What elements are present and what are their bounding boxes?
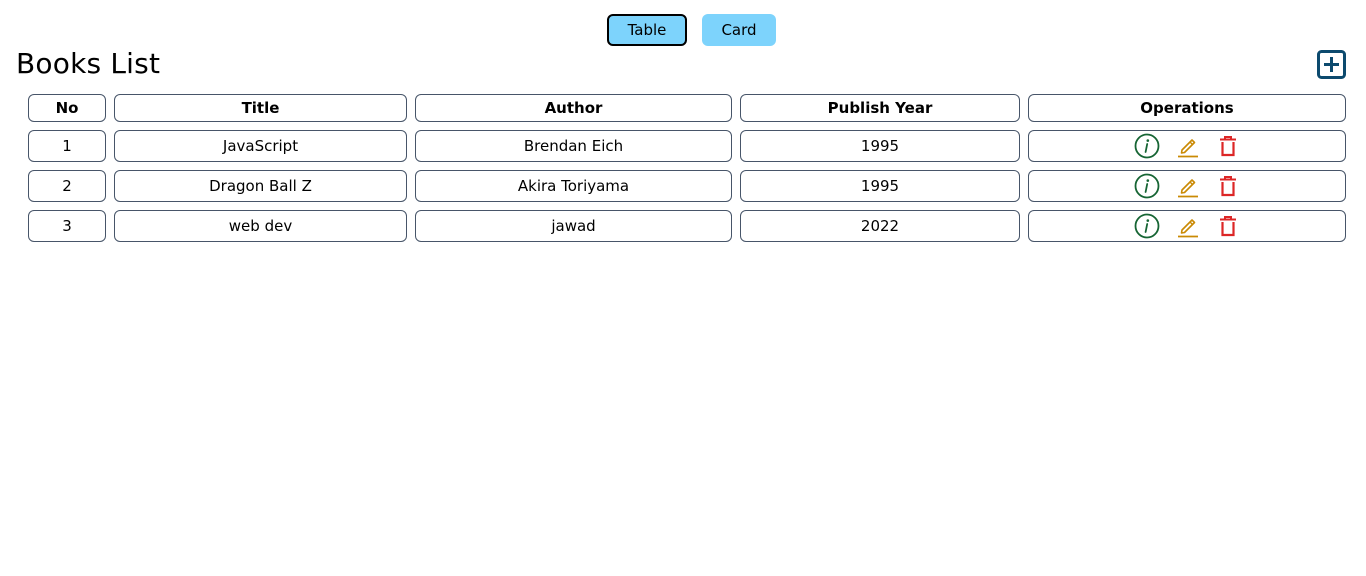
cell-no: 3: [28, 210, 106, 242]
table-row: 1 JavaScript Brendan Eich 1995: [28, 130, 1346, 162]
trash-icon[interactable]: [1216, 134, 1240, 158]
page-title: Books List: [16, 47, 161, 80]
add-book-button[interactable]: [1317, 50, 1346, 79]
header-operations: Operations: [1028, 94, 1346, 122]
cell-author: Akira Toriyama: [415, 170, 732, 202]
info-circle-icon[interactable]: [1134, 133, 1160, 159]
header-no: No: [28, 94, 106, 122]
pencil-icon[interactable]: [1176, 134, 1200, 158]
cell-title: JavaScript: [114, 130, 407, 162]
view-toggle: Table Card: [0, 14, 1366, 46]
cell-operations: [1028, 210, 1346, 242]
table-header-row: No Title Author Publish Year Operations: [28, 94, 1346, 122]
cell-no: 1: [28, 130, 106, 162]
cell-title: Dragon Ball Z: [114, 170, 407, 202]
cell-operations: [1028, 130, 1346, 162]
table-row: 2 Dragon Ball Z Akira Toriyama 1995: [28, 170, 1346, 202]
table-row: 3 web dev jawad 2022: [28, 210, 1346, 242]
table-view-button[interactable]: Table: [607, 14, 687, 46]
cell-author: Brendan Eich: [415, 130, 732, 162]
cell-publish-year: 1995: [740, 130, 1020, 162]
cell-author: jawad: [415, 210, 732, 242]
header-author: Author: [415, 94, 732, 122]
cell-operations: [1028, 170, 1346, 202]
trash-icon[interactable]: [1216, 214, 1240, 238]
cell-publish-year: 2022: [740, 210, 1020, 242]
pencil-icon[interactable]: [1176, 174, 1200, 198]
card-view-button[interactable]: Card: [702, 14, 776, 46]
header-publish-year: Publish Year: [740, 94, 1020, 122]
add-box-icon: [1317, 50, 1346, 79]
cell-no: 2: [28, 170, 106, 202]
books-table: No Title Author Publish Year Operations …: [20, 86, 1354, 250]
cell-title: web dev: [114, 210, 407, 242]
info-circle-icon[interactable]: [1134, 213, 1160, 239]
pencil-icon[interactable]: [1176, 214, 1200, 238]
trash-icon[interactable]: [1216, 174, 1240, 198]
info-circle-icon[interactable]: [1134, 173, 1160, 199]
cell-publish-year: 1995: [740, 170, 1020, 202]
header-title: Title: [114, 94, 407, 122]
